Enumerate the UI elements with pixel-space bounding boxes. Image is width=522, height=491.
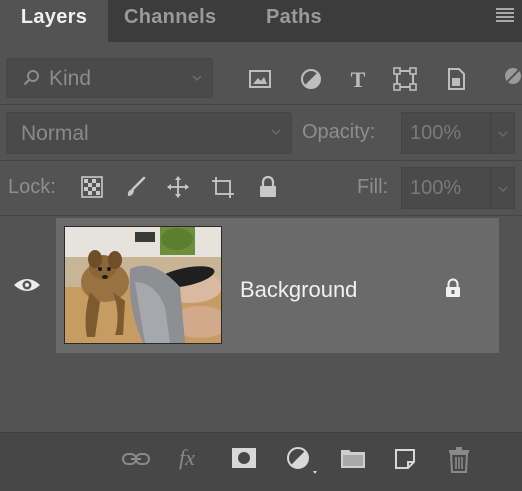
tab-layers[interactable]: Layers xyxy=(0,0,108,42)
shape-filter-icon[interactable] xyxy=(392,66,418,92)
filter-toggle-icon[interactable] xyxy=(502,66,522,92)
chevron-down-icon xyxy=(498,186,508,193)
visibility-eye-icon[interactable] xyxy=(12,275,42,295)
layer-filter-row: Kind T xyxy=(0,50,522,110)
fill-dropdown-button[interactable] xyxy=(491,167,515,209)
opacity-value: 100% xyxy=(410,122,462,144)
new-group-icon[interactable] xyxy=(340,447,366,469)
opacity-dropdown-button[interactable] xyxy=(491,112,515,154)
layer-thumbnail xyxy=(64,226,222,344)
layer-name: Background xyxy=(240,277,358,302)
lock-label: Lock: xyxy=(8,176,56,198)
lock-position-icon[interactable] xyxy=(166,175,190,199)
opacity-label: Opacity: xyxy=(302,121,376,143)
adjustment-layer-icon[interactable] xyxy=(286,447,320,477)
trash-icon[interactable] xyxy=(448,447,470,473)
bottom-toolbar: fx xyxy=(0,432,522,491)
lock-all-icon[interactable] xyxy=(256,175,280,199)
layers-list: Background xyxy=(0,218,522,430)
opacity-field[interactable]: 100% xyxy=(401,112,491,154)
lock-transparent-pixels-icon[interactable] xyxy=(80,175,104,199)
layer-mask-icon[interactable] xyxy=(231,447,257,469)
fill-field[interactable]: 100% xyxy=(401,167,491,209)
layer-row-background[interactable]: Background xyxy=(56,218,499,353)
chevron-down-icon xyxy=(192,75,202,82)
chevron-down-icon xyxy=(498,131,508,138)
image-filter-icon[interactable] xyxy=(247,66,273,92)
new-layer-icon[interactable] xyxy=(393,447,417,471)
svg-text:T: T xyxy=(351,67,366,92)
adjustment-filter-icon[interactable] xyxy=(298,66,324,92)
type-filter-icon[interactable]: T xyxy=(345,66,371,92)
divider xyxy=(0,160,522,161)
tab-paths[interactable]: Paths xyxy=(266,0,322,42)
divider xyxy=(0,104,522,105)
fx-icon[interactable]: fx xyxy=(179,445,195,471)
divider xyxy=(0,215,522,216)
blend-mode-label: Normal xyxy=(21,122,89,145)
layer-lock-icon xyxy=(446,278,460,297)
search-icon xyxy=(23,70,39,86)
panel-menu-icon[interactable] xyxy=(496,8,514,22)
fill-label: Fill: xyxy=(357,176,389,198)
smart-object-filter-icon[interactable] xyxy=(443,66,469,92)
lock-image-pixels-icon[interactable] xyxy=(124,175,148,199)
tab-channels[interactable]: Channels xyxy=(124,0,216,42)
fill-value: 100% xyxy=(410,177,462,199)
link-layers-icon[interactable] xyxy=(122,451,150,467)
lock-artboard-icon[interactable] xyxy=(211,175,235,199)
panel-tab-bar: Layers Channels Paths xyxy=(0,0,522,42)
kind-filter-select[interactable]: Kind xyxy=(6,58,213,98)
kind-label: Kind xyxy=(49,67,92,90)
chevron-down-icon xyxy=(271,129,281,136)
blend-mode-select[interactable]: Normal xyxy=(6,112,292,154)
